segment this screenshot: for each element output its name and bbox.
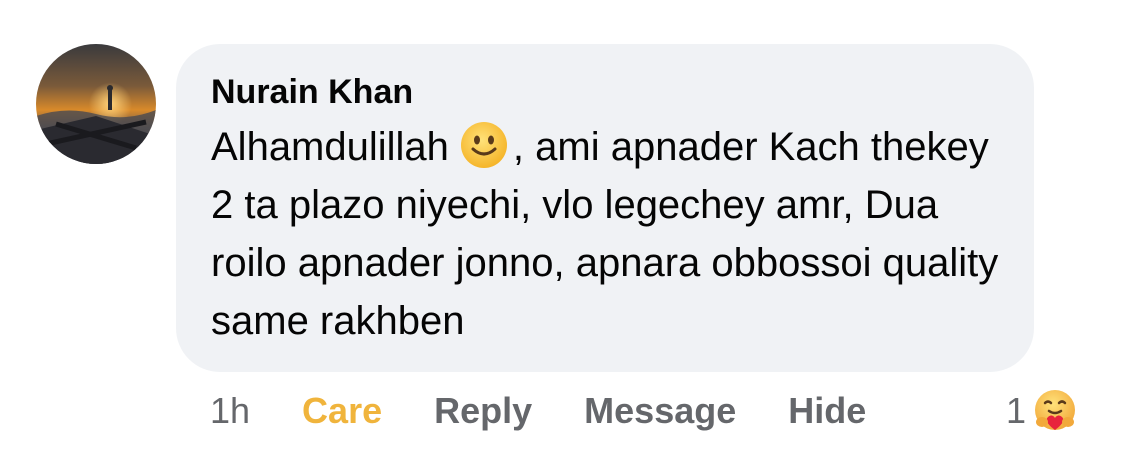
comment-timestamp[interactable]: 1h [210,390,250,432]
hide-button[interactable]: Hide [788,390,866,432]
comment-actions: 1h Care Reply Message Hide [210,388,918,434]
reaction-summary[interactable]: 1 [1006,388,1080,434]
comment-author[interactable]: Nurain Khan [211,72,1004,112]
message-button[interactable]: Message [584,390,736,432]
reply-button[interactable]: Reply [434,390,532,432]
comment-text-part1: Alhamdulillah [211,125,449,169]
avatar-image [36,44,156,164]
care-reaction-button[interactable]: Care [302,390,382,432]
reaction-count: 1 [1006,390,1027,431]
avatar[interactable] [36,44,156,164]
care-reaction-icon [1032,388,1079,434]
comment-bubble: Nurain Khan Alhamdulillah , ami apnader … [176,44,1034,372]
comment-text: Alhamdulillah , ami apnader Kach thekey … [211,118,1004,350]
slightly-smiling-face-icon [460,122,507,169]
